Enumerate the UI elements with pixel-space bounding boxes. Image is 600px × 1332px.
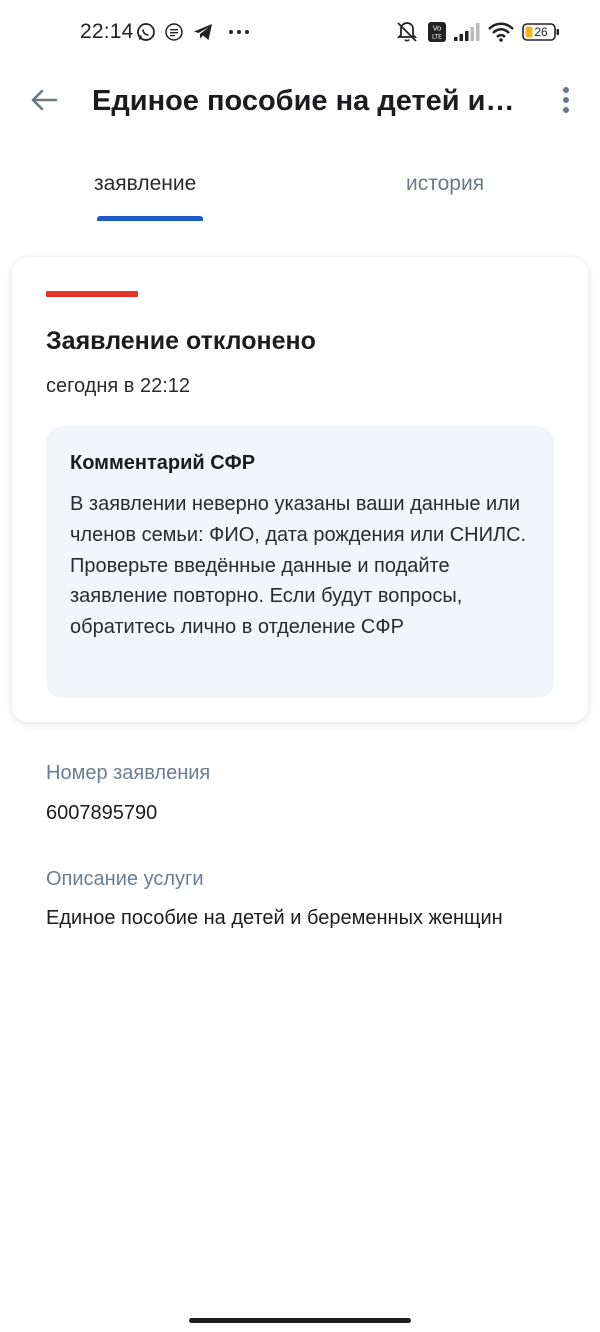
status-stripe xyxy=(46,291,138,297)
telegram-icon xyxy=(192,22,214,42)
wifi-icon xyxy=(488,22,514,42)
svg-text:Vo: Vo xyxy=(433,25,442,33)
tab-bar: заявление история xyxy=(0,160,600,222)
signal-icon xyxy=(454,22,480,42)
page-title: Единое пособие на детей и беременных жен… xyxy=(92,85,520,117)
back-button[interactable] xyxy=(26,82,62,118)
comment-text: В заявлении неверно указаны ваши данные … xyxy=(70,493,527,639)
application-number-value: 6007895790 xyxy=(46,802,158,824)
more-dots-icon xyxy=(228,29,250,35)
more-vertical-icon xyxy=(562,86,570,114)
battery-level: 26 xyxy=(534,25,548,39)
tab-history[interactable]: история xyxy=(406,172,484,196)
svg-text:LTE: LTE xyxy=(432,34,442,41)
comment-title: Комментарий СФР xyxy=(70,452,256,474)
app-bar: Единое пособие на детей и беременных жен… xyxy=(0,66,600,136)
volte-icon: Vo LTE xyxy=(428,22,446,42)
service-description-value: Единое пособие на детей и беременных жен… xyxy=(46,907,503,929)
application-status-card: Заявление отклонено сегодня в 22:12 Комм… xyxy=(12,257,588,722)
app-badge-icon xyxy=(164,22,184,42)
active-tab-indicator xyxy=(97,216,203,221)
arrow-left-icon xyxy=(30,88,58,112)
tab-application[interactable]: заявление xyxy=(94,172,196,196)
status-bar: 22:14 Vo LTE 26 xyxy=(0,0,600,66)
mute-icon xyxy=(394,20,420,44)
whatsapp-icon xyxy=(136,22,156,42)
comment-box: Комментарий СФР В заявлении неверно указ… xyxy=(46,426,554,698)
status-left-icons xyxy=(136,22,250,42)
status-right-icons: Vo LTE 26 xyxy=(394,20,560,44)
status-time: сегодня в 22:12 xyxy=(46,375,190,397)
more-menu-button[interactable] xyxy=(554,82,578,118)
home-indicator[interactable] xyxy=(189,1318,411,1323)
service-description-label: Описание услуги xyxy=(46,868,204,890)
application-number-label: Номер заявления xyxy=(46,762,211,784)
status-time: 22:14 xyxy=(80,20,134,43)
battery-icon: 26 xyxy=(522,23,560,41)
status-title: Заявление отклонено xyxy=(46,327,316,355)
